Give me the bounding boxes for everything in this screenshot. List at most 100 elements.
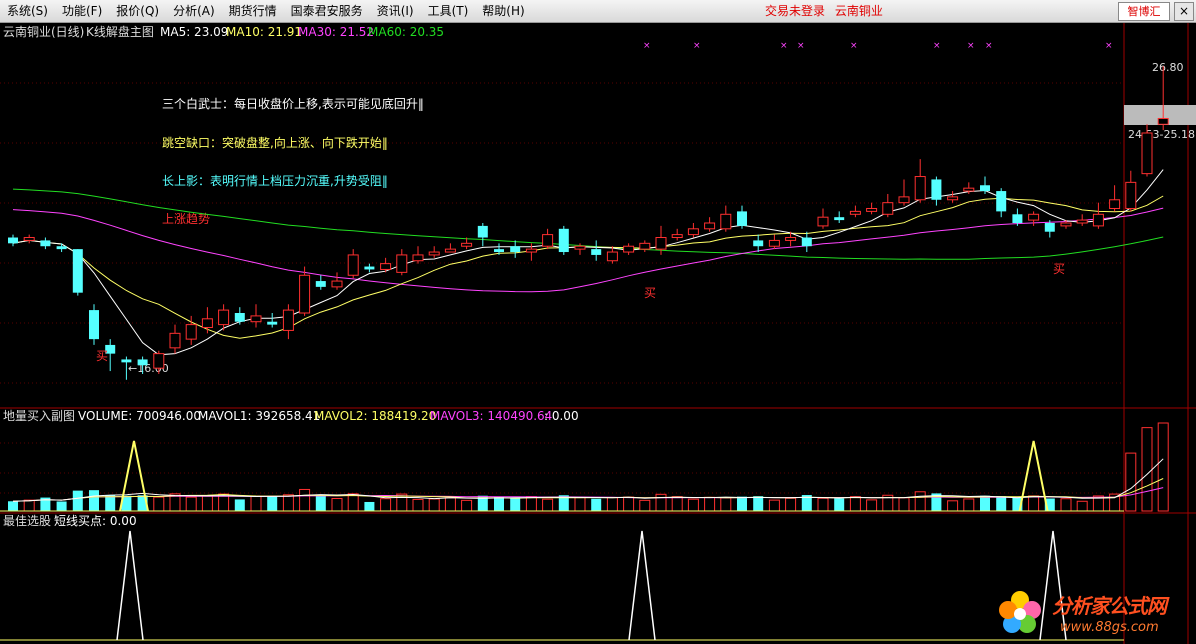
volume-bar-up <box>331 497 343 512</box>
ma30-legend: MA30: 21.52 <box>298 25 374 39</box>
volume-bar-up <box>542 498 554 512</box>
candle-up <box>817 216 829 227</box>
volume-bar-up <box>250 495 262 512</box>
candle-up <box>623 245 635 253</box>
stock-chart-area[interactable]: 云南铜业(日线) K线解盘主图 MA5: 23.09 MA10: 21.91 M… <box>0 23 1196 644</box>
volume-panel-title: 地量买入副图 <box>3 409 75 423</box>
volume-bar-up <box>866 499 878 512</box>
candle-up <box>720 213 732 230</box>
login-status[interactable]: 交易未登录 <box>765 4 825 18</box>
volume-bar-up <box>639 499 651 512</box>
volume-bar-down <box>364 501 375 511</box>
volume-bar-down <box>494 496 504 511</box>
candle-up <box>687 228 699 236</box>
volume-bar-down <box>267 496 278 511</box>
volume-bar-down <box>737 496 747 511</box>
candle-down <box>834 217 845 221</box>
candle-down <box>510 246 521 253</box>
candle-down <box>477 225 488 238</box>
candle-down <box>1044 223 1055 232</box>
candle-down <box>40 240 51 247</box>
volume-bar-up <box>428 498 440 512</box>
candle-up <box>185 324 197 340</box>
volume-bar-up <box>768 499 780 512</box>
candle-up <box>169 332 181 349</box>
volume-bar-up <box>444 497 456 512</box>
watermark-text: 分析家公式网 <box>1052 594 1167 618</box>
candle-down <box>8 237 18 244</box>
volume-bar-up <box>704 496 716 512</box>
top-marker: × <box>933 41 941 51</box>
menu-analysis[interactable]: 分析(A) <box>166 0 222 22</box>
volume-bar-up <box>412 498 424 512</box>
volume-bar-up <box>898 497 910 512</box>
candle-up <box>1141 132 1153 175</box>
volume-bar-down <box>234 499 245 511</box>
annotation-three-white-soldiers: 三个白武士：每日收盘价上移,表示可能见底回升‖ <box>162 96 424 111</box>
menu-gtja-service[interactable]: 国泰君安服务 <box>284 0 370 22</box>
menu-quote[interactable]: 报价(Q) <box>109 0 166 22</box>
candle-up <box>461 242 473 247</box>
candle-up <box>1076 219 1088 224</box>
candle-up <box>963 187 975 192</box>
candle-up <box>1157 117 1169 125</box>
volume-bar-up <box>380 498 392 512</box>
candle-up <box>1028 213 1040 221</box>
menu-futures[interactable]: 期货行情 <box>222 0 284 22</box>
volume-bar-up <box>1141 427 1153 512</box>
volume-bar-up <box>655 493 667 512</box>
signal-value-legend: : 0.00 <box>544 409 579 423</box>
candle-up <box>785 237 797 241</box>
volume-bar-up <box>347 493 359 512</box>
ma5-legend: MA5: 23.09 <box>160 25 228 39</box>
candle-up <box>606 251 618 262</box>
top-marker: × <box>850 41 858 51</box>
menu-help[interactable]: 帮助(H) <box>475 0 531 22</box>
indicator-name: K线解盘主图 <box>86 24 154 39</box>
candle-up <box>704 222 716 230</box>
menu-tools[interactable]: 工具(T) <box>421 0 476 22</box>
candle-up <box>412 254 424 262</box>
volume-bar-down <box>980 495 990 511</box>
volume-bar-up <box>153 496 165 512</box>
volume-bar-down <box>105 495 116 511</box>
menu-system[interactable]: 系统(S) <box>0 0 55 22</box>
candle-down <box>137 359 148 366</box>
volume-bar-down <box>8 501 18 511</box>
candle-up <box>1109 199 1121 209</box>
top-marker: × <box>643 41 651 51</box>
candle-down <box>591 249 602 255</box>
menu-function[interactable]: 功能(F) <box>55 0 109 22</box>
candle-up <box>849 210 861 215</box>
candle-down <box>121 359 132 363</box>
volume-bar-down <box>591 498 602 511</box>
zhibohui-button[interactable]: 智博汇 <box>1118 2 1170 21</box>
menu-info[interactable]: 资讯(I) <box>370 0 421 22</box>
ma60-legend: MA60: 20.35 <box>368 25 444 39</box>
candle-up <box>250 315 262 323</box>
candle-down <box>364 266 375 270</box>
volume-bar-down <box>834 498 845 511</box>
ma10-legend: MA10: 21.91 <box>226 25 302 39</box>
top-marker: × <box>693 41 701 51</box>
candle-up <box>914 176 926 201</box>
candle-up <box>1092 213 1104 227</box>
volume-bar-up <box>299 488 311 512</box>
volume-bar-up <box>1076 500 1088 512</box>
volume-bar-up <box>963 498 975 512</box>
candle-up <box>882 202 894 215</box>
top-marker: × <box>780 41 788 51</box>
candle-up <box>347 254 359 276</box>
candle-down <box>558 228 569 253</box>
volume-bar-down <box>996 496 1007 511</box>
candle-up <box>898 196 910 204</box>
candle-up <box>218 309 230 326</box>
candle-up <box>282 309 294 331</box>
close-button[interactable]: × <box>1174 2 1194 21</box>
stock-title: 云南铜业(日线) <box>3 24 84 39</box>
mavol3-legend: MAVOL3: 140490.64 <box>430 409 552 423</box>
volume-bar-up <box>720 497 732 512</box>
volume-bar-up <box>461 499 473 512</box>
volume-bar-up <box>574 497 586 512</box>
candle-up <box>866 207 878 212</box>
